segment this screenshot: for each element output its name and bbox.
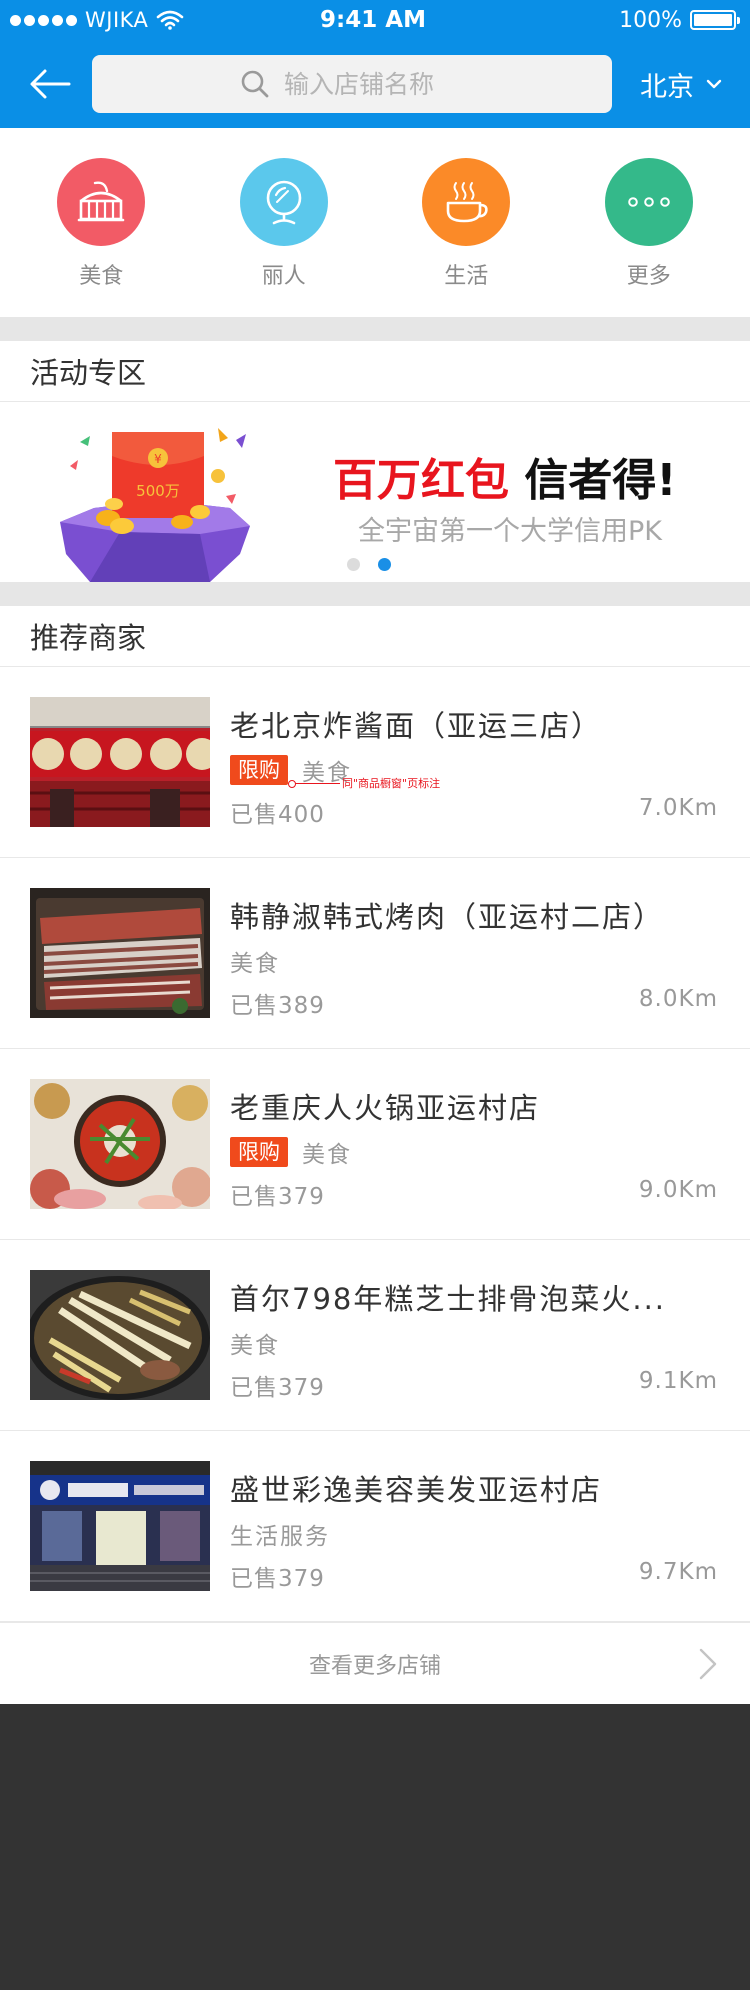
shop-sold-count: 已售379	[230, 1184, 325, 1210]
chevron-right-icon	[699, 1648, 717, 1680]
activity-banner[interactable]: ¥ 500万 百万红包 信者得! 全宇宙第一个大学信用PK	[0, 402, 750, 582]
category-life-circle	[422, 158, 511, 246]
shop-list: 老北京炸酱面（亚运三店） 限购 美食 同"商品橱窗"页标注 已售400 7.0K…	[0, 667, 750, 1622]
annotation-line	[288, 779, 340, 788]
shop-distance: 9.1Km	[638, 1368, 718, 1394]
shop-category: 生活服务	[230, 1524, 330, 1550]
category-beauty-circle	[239, 158, 328, 246]
back-button[interactable]	[28, 62, 72, 106]
search-icon	[241, 70, 269, 98]
more-shops-button[interactable]: 查看更多店铺	[0, 1622, 750, 1704]
shop-item[interactable]: 韩静淑韩式烤肉（亚运村二店） 美食 已售389 8.0Km	[0, 858, 750, 1049]
shop-item[interactable]: 老北京炸酱面（亚运三店） 限购 美食 同"商品橱窗"页标注 已售400 7.0K…	[0, 667, 750, 858]
city-label: 北京	[640, 71, 694, 103]
app-root: WJIKA 9:41 AM 100% 输入店铺名称 北京 美食 丽人 生活 更多…	[0, 0, 750, 1990]
shop-name: 老北京炸酱面（亚运三店）	[230, 709, 603, 743]
category-more[interactable]: 更多	[579, 158, 719, 317]
banner-subtitle: 全宇宙第一个大学信用PK	[358, 516, 662, 547]
shop-category: 美食	[302, 1142, 352, 1168]
city-picker[interactable]: 北京	[640, 65, 722, 104]
banner-title-rest: 信者得!	[524, 455, 677, 506]
shop-sold-count: 已售389	[230, 993, 325, 1019]
status-left: WJIKA	[10, 8, 252, 32]
shop-name: 韩静淑韩式烤肉（亚运村二店）	[230, 900, 665, 934]
envelope-currency-icon: ¥	[154, 452, 162, 466]
shop-thumbnail	[30, 697, 210, 827]
category-food-label: 美食	[79, 264, 124, 289]
search-input[interactable]	[284, 69, 464, 99]
status-right: 100%	[494, 7, 740, 33]
shop-name: 盛世彩逸美容美发亚运村店	[230, 1473, 603, 1507]
envelope-amount: 500万	[136, 482, 180, 500]
more-icon	[627, 197, 670, 207]
design-annotation: 同"商品橱窗"页标注	[288, 775, 441, 791]
shop-distance: 9.7Km	[638, 1559, 718, 1585]
coffee-icon	[446, 182, 488, 223]
banner-title: 百万红包 信者得!	[333, 444, 676, 508]
shop-tags: 限购 美食	[230, 1135, 352, 1169]
shop-name: 老重庆人火锅亚运村店	[230, 1091, 541, 1125]
shop-distance: 9.0Km	[638, 1177, 718, 1203]
red-envelope-illustration: ¥ 500万	[60, 428, 250, 582]
shop-name: 首尔798年糕芝士排骨泡菜火...	[230, 1282, 667, 1316]
category-grid: 美食 丽人 生活 更多	[0, 128, 750, 317]
section-divider	[0, 317, 750, 341]
shop-thumbnail	[30, 888, 210, 1018]
banner-dot-1[interactable]	[347, 558, 360, 571]
category-life[interactable]: 生活	[396, 158, 536, 317]
shop-category: 美食	[230, 1333, 280, 1359]
limited-tag: 限购	[230, 755, 288, 785]
battery-percent: 100%	[619, 7, 682, 33]
shop-tags: 生活服务	[230, 1517, 330, 1551]
shop-thumbnail	[30, 1461, 210, 1591]
carrier-name: WJIKA	[85, 8, 149, 32]
signal-strength-icon	[10, 14, 77, 26]
shop-tags: 美食	[230, 1326, 280, 1360]
banner-pagination	[347, 558, 391, 571]
category-life-label: 生活	[444, 264, 489, 289]
status-time: 9:41 AM	[320, 7, 426, 33]
mirror-icon	[266, 180, 302, 225]
shop-sold-count: 已售379	[230, 1375, 325, 1401]
bottom-background	[0, 1704, 750, 1982]
limited-tag: 限购	[230, 1137, 288, 1167]
wifi-icon	[157, 10, 184, 30]
chevron-down-icon	[706, 79, 722, 89]
more-shops-label: 查看更多店铺	[308, 1653, 441, 1679]
battery-icon	[690, 10, 740, 30]
header: WJIKA 9:41 AM 100% 输入店铺名称 北京	[0, 0, 750, 128]
status-bar: WJIKA 9:41 AM 100%	[0, 0, 750, 40]
activity-section-title: 活动专区	[0, 341, 750, 402]
recommend-section-title: 推荐商家	[0, 606, 750, 667]
shop-category: 美食	[230, 951, 280, 977]
nav-bar: 北京	[0, 40, 750, 128]
category-food[interactable]: 美食	[31, 158, 171, 317]
shop-item[interactable]: 盛世彩逸美容美发亚运村店 生活服务 已售379 9.7Km	[0, 1431, 750, 1622]
search-box[interactable]	[92, 55, 612, 113]
shop-sold-count: 已售379	[230, 1566, 325, 1592]
shop-sold-count: 已售400	[230, 802, 325, 828]
annotation-text: 同"商品橱窗"页标注	[342, 777, 441, 790]
shop-distance: 7.0Km	[638, 795, 718, 821]
shop-tags: 美食	[230, 944, 280, 978]
section-divider	[0, 582, 750, 606]
category-beauty[interactable]: 丽人	[214, 158, 354, 317]
banner-dot-2[interactable]	[378, 558, 391, 571]
shop-thumbnail	[30, 1270, 210, 1400]
category-more-label: 更多	[626, 264, 671, 289]
shop-distance: 8.0Km	[638, 986, 718, 1012]
category-food-circle	[57, 158, 146, 246]
back-arrow-icon	[30, 69, 71, 99]
shop-thumbnail	[30, 1079, 210, 1209]
category-beauty-label: 丽人	[261, 264, 306, 289]
banner-title-highlight: 百万红包	[333, 455, 509, 506]
cake-icon	[77, 181, 125, 222]
shop-item[interactable]: 首尔798年糕芝士排骨泡菜火... 美食 已售379 9.1Km	[0, 1240, 750, 1431]
shop-item[interactable]: 老重庆人火锅亚运村店 限购 美食 已售379 9.0Km	[0, 1049, 750, 1240]
category-more-circle	[604, 158, 693, 246]
